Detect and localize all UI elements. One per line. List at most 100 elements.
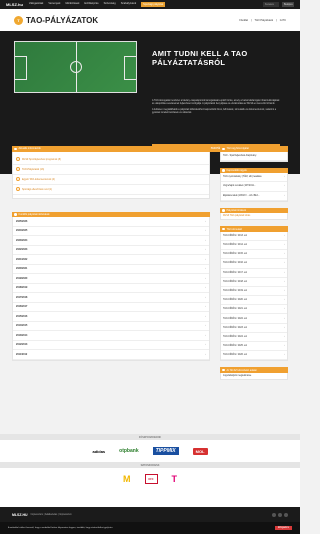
chevron-right-icon: › [205, 286, 206, 290]
chevron-right-icon: › [284, 262, 285, 265]
year-item[interactable]: 2016/2017 › [13, 303, 209, 312]
year-item[interactable]: 2025/2026 › [13, 217, 209, 227]
year-item[interactable]: 2021/2022 › [13, 255, 209, 265]
chevron-right-icon: › [205, 257, 206, 261]
search-input[interactable]: Keresés [263, 2, 279, 7]
forms-panel: Kapcsolódó ügyek TAO-nyomtatvány (TÁM, s… [220, 167, 288, 202]
year-item[interactable]: 2022/2023 › [13, 246, 209, 255]
nav-item-versenyek[interactable]: Versenyek [48, 2, 60, 7]
list-item[interactable]: TAO-KIÍRÁS / 2025. évi › [221, 342, 287, 352]
site-header: T TAO-PÁLYÁZATOK Főoldal | TAO Pályázato… [0, 9, 300, 31]
kfc-logo[interactable]: KFC [144, 474, 158, 484]
book-icon [222, 227, 225, 231]
list-item[interactable]: TAO-Pályázatok (13) [13, 165, 209, 175]
adidas-logo[interactable]: adidas [92, 449, 105, 454]
youtube-icon[interactable] [284, 512, 288, 517]
chevron-right-icon: › [284, 253, 285, 256]
chevron-right-icon: › [205, 333, 206, 337]
list-item[interactable]: TAO-KIÍRÁS / 2015. évi › [221, 250, 287, 260]
otpbank-logo[interactable]: otpbank [119, 448, 138, 454]
document-icon [16, 187, 20, 191]
list-item[interactable]: TAO-KIÍRÁS / 2026. évi › [221, 351, 287, 361]
right-sidebar: TAO-ügyfélszolgálat TAO - Sportfejleszté… [220, 146, 288, 380]
docs-link[interactable]: MLSZ TAO-pályázati kiírás [221, 213, 287, 219]
calendar-icon [14, 213, 17, 216]
list-item[interactable]: TAO-KIÍRÁS / 2020. évi › [221, 296, 287, 306]
year-item[interactable]: 2013/2014 › [13, 331, 209, 341]
top-nav: Válogatottak Versenyek Mérkőzések Edzőké… [29, 2, 166, 7]
year-item[interactable]: 2018/2019 › [13, 284, 209, 293]
document-icon [16, 177, 20, 181]
year-item[interactable]: 2024/2025 › [13, 227, 209, 236]
login-button[interactable]: Belépés [282, 2, 294, 7]
tao-logo-icon: T [14, 15, 23, 25]
cookie-accept-button[interactable]: Elfogadom [275, 526, 292, 530]
list-item[interactable]: TAO-KIÍRÁS / 2013. évi › [221, 232, 287, 241]
year-item[interactable]: 2015/2016 › [13, 312, 209, 322]
year-item[interactable]: 2011/2012 › [13, 350, 209, 360]
list-item[interactable]: Egyéb TAO-dokumentumok (4) [13, 175, 209, 185]
faq-link[interactable]: Jogszabályok megtekintése [221, 373, 287, 379]
chevron-right-icon: › [284, 289, 285, 292]
list-item[interactable]: MLSZ Sportfejlesztési programok (8) [13, 155, 209, 165]
brand[interactable]: T TAO-PÁLYÁZATOK [14, 15, 98, 25]
tippmix-logo[interactable]: TIPPMIX [152, 447, 179, 455]
year-item[interactable]: 2012/2013 › [13, 341, 209, 350]
instagram-icon[interactable] [278, 512, 282, 517]
sponsors-row: M KFC T [0, 468, 300, 490]
chevron-right-icon: › [205, 267, 206, 271]
facebook-icon[interactable] [272, 512, 276, 517]
chevron-right-icon: › [284, 271, 285, 274]
list-item[interactable]: TAO-KIÍRÁS / 2024. évi › [221, 333, 287, 342]
year-item[interactable]: 2023/2024 › [13, 236, 209, 246]
list-item[interactable]: TAO-KIÍRÁS / 2017. évi › [221, 269, 287, 278]
year-item[interactable]: 2020/2021 › [13, 265, 209, 274]
header-link-home[interactable]: Főoldal [239, 19, 248, 22]
header-links: Főoldal | TAO Pályázatok | GYIK [239, 18, 286, 22]
year-item[interactable]: 2017/2018 › [13, 293, 209, 303]
info-icon [14, 147, 17, 150]
chevron-right-icon: › [284, 234, 285, 237]
contact-panel: TAO-ügyfélszolgálat TAO - Sportfejleszté… [220, 146, 288, 162]
mcdonalds-logo[interactable]: M [123, 474, 131, 484]
chevron-right-icon: › [284, 244, 285, 247]
mol-logo[interactable]: MOL [192, 447, 208, 455]
year-item[interactable]: 2014/2015 › [13, 322, 209, 331]
hero-text: A TAO-támogatási rendszer a látvány-csap… [152, 100, 280, 115]
hero-headline: AMIT TUDNI KELL A TAO PÁLYÁZTATÁSRÓL [152, 49, 248, 67]
list-item[interactable]: TAO-KIÍRÁS / 2023. évi › [221, 324, 287, 333]
list-item[interactable]: TAO-KIÍRÁS / 2018. évi › [221, 278, 287, 287]
list-item[interactable]: TAO-nyomtatvány (TÁM, stb) leadása › [221, 173, 287, 183]
list-item[interactable]: TAO - Sportfejlesztési Alapítvány [221, 152, 287, 161]
nav-item-merkozesek[interactable]: Mérkőzések [65, 2, 79, 7]
list-item[interactable]: TAO-KIÍRÁS / 2014. évi › [221, 241, 287, 251]
nav-item-szovetseg[interactable]: Szövetség [104, 2, 116, 7]
list-item[interactable]: Végrehajtó rendelet (107/2011... › [221, 182, 287, 192]
nav-item-sportagi-palyazat[interactable]: Sportági pályázat [141, 2, 166, 7]
chevron-right-icon: › [284, 308, 285, 311]
nav-item-szabalyzatok[interactable]: Szabályzatok [121, 2, 136, 7]
footer-logo[interactable]: MLSZ.HU [12, 513, 28, 517]
mlsz-logo[interactable]: MLSZ.hu [6, 2, 23, 7]
list-item[interactable]: Eljárásrendek (2/2018 / ...stb. BEJ... › [221, 192, 287, 201]
list-item[interactable]: TAO-KIÍRÁS / 2016. évi › [221, 259, 287, 269]
list-item[interactable]: TAO-KIÍRÁS / 2022. évi › [221, 314, 287, 324]
folder-icon [222, 169, 225, 172]
chevron-right-icon: › [284, 194, 285, 197]
chevron-right-icon: › [205, 305, 206, 309]
header-link-tao[interactable]: TAO Pályázatok [255, 19, 274, 22]
year-item[interactable]: 2019/2020 › [13, 274, 209, 284]
list-item[interactable]: Sportági ellenőrzési rend (1) [13, 185, 209, 195]
nav-item-edzokepzes[interactable]: Edzőképzés [84, 2, 98, 7]
chevron-right-icon: › [205, 295, 206, 299]
nav-item-valogatottak[interactable]: Válogatottak [29, 2, 43, 7]
cookie-text: A weboldal sütiket használ, hogy a webol… [8, 527, 113, 529]
chevron-right-icon: › [205, 219, 206, 223]
footer-links[interactable]: Impresszum | Adatkezelés | Impresszum [31, 514, 72, 516]
list-item[interactable]: TAO-KIÍRÁS / 2021. évi › [221, 305, 287, 315]
archive-panel: Korábbi pályázati időszakok 2025/2026 › 2… [12, 211, 210, 361]
list-item[interactable]: TAO-KIÍRÁS / 2019. évi › [221, 287, 287, 297]
chevron-right-icon: › [284, 335, 285, 338]
header-link-gyik[interactable]: GYIK [280, 19, 286, 22]
telekom-logo[interactable]: T [172, 474, 178, 484]
